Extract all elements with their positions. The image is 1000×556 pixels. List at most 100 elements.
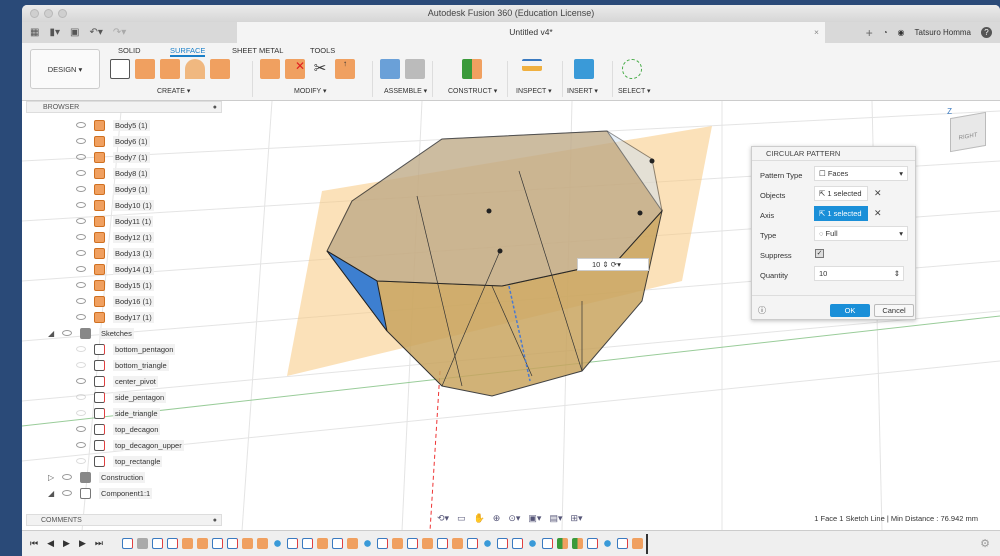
timeline-construct-feature[interactable] xyxy=(557,538,568,549)
timeline-extrude-feature[interactable] xyxy=(257,538,268,549)
extrude-icon[interactable] xyxy=(135,59,155,79)
timeline-sketch-feature[interactable] xyxy=(617,538,628,549)
new-component-icon[interactable] xyxy=(380,59,400,79)
timeline-sketch-feature[interactable] xyxy=(587,538,598,549)
sketch-icon[interactable] xyxy=(110,59,130,79)
info-icon[interactable]: ⓘ xyxy=(758,305,766,316)
browser-body-item[interactable]: Body5 (1) xyxy=(22,117,262,133)
next-icon[interactable]: ▶ xyxy=(79,538,86,549)
timeline-sketch-feature[interactable] xyxy=(152,538,163,549)
help-icon[interactable]: ? xyxy=(981,27,992,38)
grid-icon[interactable]: ▦ xyxy=(30,27,39,38)
browser-sketch-item[interactable]: top_decagon xyxy=(22,421,262,437)
visibility-eye-icon[interactable] xyxy=(76,202,86,208)
insert-menu[interactable]: INSERT ▾ xyxy=(567,87,598,95)
timeline-sketch-feature[interactable] xyxy=(227,538,238,549)
visibility-eye-icon[interactable] xyxy=(76,122,86,128)
timeline-body-feature[interactable] xyxy=(137,538,148,549)
patch-icon[interactable] xyxy=(210,59,230,79)
look-at-icon[interactable]: ▭ xyxy=(457,513,466,524)
clear-objects-icon[interactable]: ✕ xyxy=(874,188,882,199)
browser-sketch-item[interactable]: bottom_pentagon xyxy=(22,341,262,357)
timeline-sketch-feature[interactable] xyxy=(437,538,448,549)
suppress-checkbox[interactable]: ✓ xyxy=(815,249,824,258)
visibility-eye-icon[interactable] xyxy=(76,298,86,304)
last-icon[interactable]: ⏭ xyxy=(95,538,103,549)
visibility-eye-icon[interactable] xyxy=(76,218,86,224)
user-name[interactable]: Tatsuro Homma xyxy=(915,28,971,37)
browser-sketch-item[interactable]: side_triangle xyxy=(22,405,262,421)
timeline-pattern-feature[interactable] xyxy=(272,538,283,549)
modify-menu[interactable]: MODIFY ▾ xyxy=(294,87,327,95)
browser-sketch-item[interactable]: bottom_triangle xyxy=(22,357,262,373)
visibility-eye-icon[interactable] xyxy=(76,234,86,240)
type-select[interactable]: ◌ Full ▾ xyxy=(814,226,908,241)
visibility-eye-icon[interactable] xyxy=(62,474,72,480)
delete-icon[interactable]: ✕ xyxy=(285,59,305,79)
visibility-eye-icon[interactable] xyxy=(76,394,86,400)
visibility-eye-icon[interactable] xyxy=(76,442,86,448)
timeline-sketch-feature[interactable] xyxy=(212,538,223,549)
browser-body-item[interactable]: Body8 (1) xyxy=(22,165,262,181)
create-menu[interactable]: CREATE ▾ xyxy=(157,87,190,95)
notifications-icon[interactable]: ◉ xyxy=(898,28,905,37)
file-icon[interactable]: ▮▾ xyxy=(49,27,60,38)
timeline-pattern-feature[interactable] xyxy=(362,538,373,549)
construct-menu[interactable]: CONSTRUCT ▾ xyxy=(448,87,497,95)
timeline-extrude-feature[interactable] xyxy=(182,538,193,549)
browser-body-item[interactable]: Body7 (1) xyxy=(22,149,262,165)
timeline-sketch-feature[interactable] xyxy=(377,538,388,549)
browser-body-item[interactable]: Body13 (1) xyxy=(22,245,262,261)
job-status-icon[interactable]: ◔ xyxy=(883,28,888,37)
objects-selector[interactable]: ⇱ 1 selected xyxy=(814,186,868,201)
save-icon[interactable]: ▣ xyxy=(70,27,79,38)
expand-icon[interactable]: ◢ xyxy=(48,329,56,338)
visibility-eye-icon[interactable] xyxy=(76,282,86,288)
select-icon[interactable] xyxy=(622,59,642,79)
new-tab-icon[interactable]: + xyxy=(866,26,873,40)
browser-folder-sketches[interactable]: ◢ Sketches xyxy=(22,325,262,341)
trim-icon[interactable]: ✂ xyxy=(310,59,330,79)
quantity-input[interactable]: 10 ⇕ xyxy=(814,266,904,281)
browser-sketch-item[interactable]: center_pivot xyxy=(22,373,262,389)
fit-icon[interactable]: ⊙▾ xyxy=(508,513,520,524)
timeline-pattern-feature[interactable] xyxy=(602,538,613,549)
visibility-eye-icon[interactable] xyxy=(76,154,86,160)
timeline-extrude-feature[interactable] xyxy=(392,538,403,549)
timeline-extrude-feature[interactable] xyxy=(632,538,643,549)
measure-icon[interactable] xyxy=(522,59,542,71)
orbit-icon[interactable]: ⟲▾ xyxy=(437,513,449,524)
assemble-menu[interactable]: ASSEMBLE ▾ xyxy=(384,87,427,95)
visibility-eye-icon[interactable] xyxy=(76,186,86,192)
visibility-eye-icon[interactable] xyxy=(62,330,72,336)
undo-icon[interactable]: ↶▾ xyxy=(89,27,102,38)
timeline-sketch-feature[interactable] xyxy=(122,538,133,549)
timeline-sketch-feature[interactable] xyxy=(512,538,523,549)
visibility-eye-icon[interactable] xyxy=(62,490,72,496)
play-icon[interactable]: ▶ xyxy=(63,538,70,549)
visibility-eye-icon[interactable] xyxy=(76,266,86,272)
visibility-eye-icon[interactable] xyxy=(76,426,86,432)
timeline-marker[interactable] xyxy=(646,533,648,554)
grid-settings-icon[interactable]: ▤▾ xyxy=(549,513,562,524)
pattern-type-select[interactable]: ☐ Faces ▾ xyxy=(814,166,908,181)
timeline-settings-icon[interactable]: ⚙ xyxy=(980,537,990,550)
close-tab-icon[interactable]: × xyxy=(814,22,819,43)
timeline-extrude-feature[interactable] xyxy=(317,538,328,549)
browser-sketch-item[interactable]: top_rectangle xyxy=(22,453,262,469)
offset-plane-icon[interactable] xyxy=(462,59,482,79)
browser-header[interactable]: BROWSER ● xyxy=(26,101,222,113)
display-settings-icon[interactable]: ▣▾ xyxy=(528,513,541,524)
canvas-viewport[interactable]: 10 ⇕ ⟳▾ RIGHT Z BROWSER ● Body5 (1) Body6 … xyxy=(22,101,1000,530)
clear-axis-icon[interactable]: ✕ xyxy=(874,208,882,219)
workspace-switcher[interactable]: DESIGN ▾ xyxy=(30,49,100,89)
document-tab[interactable]: Untitled v4* × xyxy=(237,22,825,43)
tab-solid[interactable]: SOLID xyxy=(118,46,141,55)
timeline-sketch-feature[interactable] xyxy=(287,538,298,549)
visibility-eye-icon[interactable] xyxy=(76,314,86,320)
browser-folder-construction[interactable]: ▷ Construction xyxy=(22,469,262,485)
thicken-icon[interactable]: ↑ xyxy=(335,59,355,79)
browser-body-item[interactable]: Body6 (1) xyxy=(22,133,262,149)
insert-image-icon[interactable] xyxy=(574,59,594,79)
timeline-construct-feature[interactable] xyxy=(572,538,583,549)
